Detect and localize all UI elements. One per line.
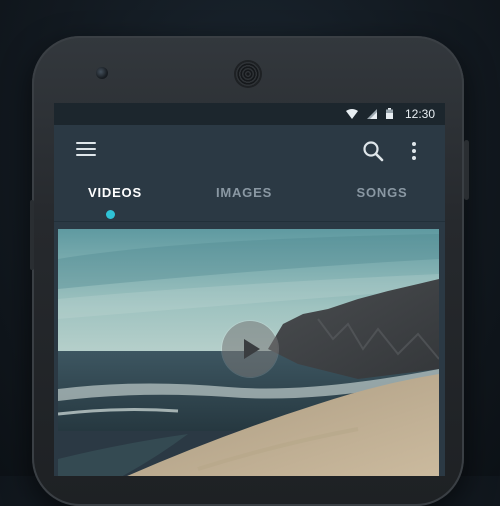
app-screen: 12:30 VIDEOS IMAGES SONGS xyxy=(54,103,445,476)
menu-icon[interactable] xyxy=(76,142,96,158)
status-icons xyxy=(346,108,393,119)
wifi-icon xyxy=(346,108,358,119)
search-icon[interactable] xyxy=(361,139,385,163)
app-toolbar xyxy=(54,125,445,177)
tab-videos[interactable]: VIDEOS xyxy=(88,185,141,200)
tab-songs[interactable]: SONGS xyxy=(354,185,410,200)
play-icon xyxy=(244,339,260,359)
earpiece-speaker xyxy=(236,62,260,86)
more-vert-icon[interactable] xyxy=(408,139,420,163)
tab-divider xyxy=(54,221,445,222)
phone-volume-button xyxy=(30,200,34,270)
active-tab-indicator xyxy=(106,210,115,219)
front-camera xyxy=(96,67,108,79)
cellular-signal-icon xyxy=(367,108,377,119)
status-time: 12:30 xyxy=(404,107,435,121)
tab-images[interactable]: IMAGES xyxy=(214,185,274,200)
play-button[interactable] xyxy=(222,321,278,377)
status-bar: 12:30 xyxy=(54,103,445,125)
tab-bar: VIDEOS IMAGES SONGS xyxy=(54,177,445,221)
phone-power-button xyxy=(464,140,469,200)
video-thumbnail[interactable] xyxy=(58,229,439,476)
battery-icon xyxy=(386,108,393,119)
